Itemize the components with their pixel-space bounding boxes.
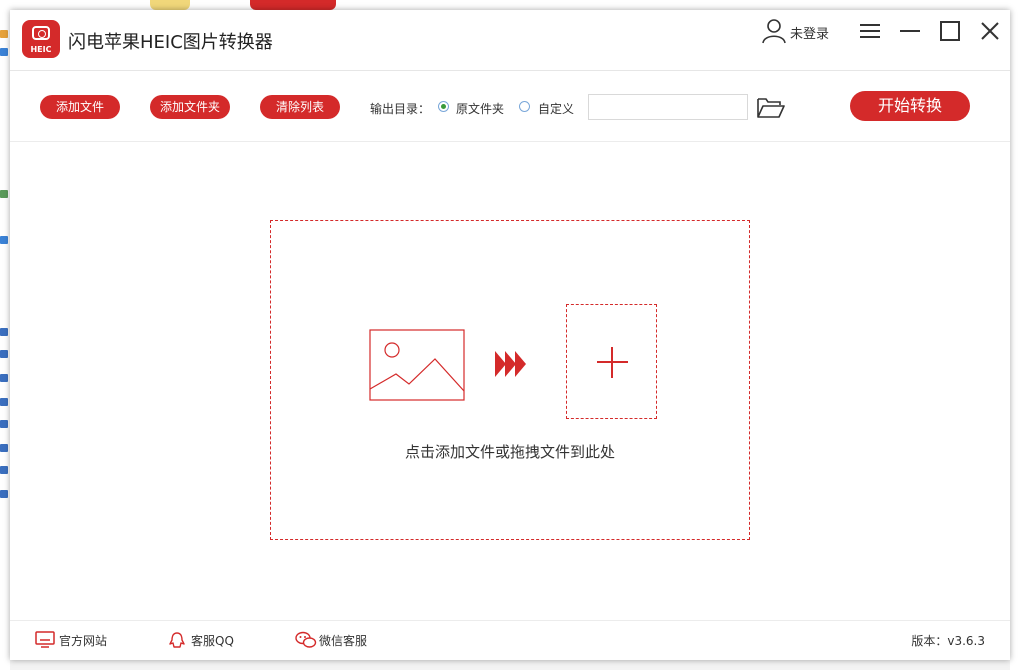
- desktop-background-left: [0, 0, 10, 670]
- file-drop-zone[interactable]: 点击添加文件或拖拽文件到此处: [270, 220, 750, 540]
- add-folder-button[interactable]: 添加文件夹: [150, 95, 230, 119]
- app-title: 闪电苹果HEIC图片转换器: [68, 32, 273, 53]
- maximize-icon[interactable]: [939, 20, 961, 42]
- desktop-background-top: [0, 0, 1020, 10]
- background-window-tab: [150, 0, 190, 10]
- add-file-button[interactable]: 添加文件: [40, 95, 120, 119]
- login-status: 未登录: [790, 27, 830, 42]
- camera-icon: [32, 26, 50, 40]
- desktop-background-right: [1010, 0, 1020, 670]
- minimize-icon[interactable]: [899, 20, 921, 42]
- official-website-label: 官方网站: [59, 634, 108, 648]
- official-website-link[interactable]: 官方网站: [35, 631, 115, 651]
- radio-custom[interactable]: [519, 101, 530, 112]
- wechat-service-link[interactable]: 微信客服: [295, 631, 385, 651]
- start-convert-button[interactable]: 开始转换: [850, 91, 970, 121]
- monitor-icon: [35, 631, 55, 648]
- toolbar: 添加文件 添加文件夹 清除列表 输出目录： 原文件夹 自定义 开始转换: [10, 71, 1010, 142]
- title-bar[interactable]: HEIC 闪电苹果HEIC图片转换器 未登录: [10, 10, 1010, 71]
- customer-service-qq-label: 客服QQ: [191, 634, 234, 648]
- output-path-input[interactable]: [588, 94, 748, 120]
- background-window-tab: [250, 0, 336, 10]
- user-icon: [762, 19, 786, 44]
- arrow-right-icon: [495, 351, 526, 377]
- add-file-box[interactable]: [566, 304, 657, 419]
- image-icon: [369, 329, 465, 401]
- open-folder-icon[interactable]: [756, 96, 786, 120]
- radio-custom-label[interactable]: 自定义: [538, 100, 574, 117]
- version-label: 版本：v3.6.3: [911, 634, 985, 648]
- clear-list-button[interactable]: 清除列表: [260, 95, 340, 119]
- app-logo: HEIC: [22, 20, 60, 58]
- app-logo-text: HEIC: [30, 45, 52, 54]
- plus-icon: [611, 347, 613, 378]
- qq-icon: [169, 632, 185, 648]
- menu-icon[interactable]: [859, 20, 881, 42]
- drop-hint-text: 点击添加文件或拖拽文件到此处: [404, 443, 615, 461]
- wechat-service-label: 微信客服: [319, 634, 368, 648]
- radio-original-folder-label[interactable]: 原文件夹: [456, 100, 504, 117]
- radio-original-folder[interactable]: [438, 101, 449, 112]
- output-directory-label: 输出目录：: [370, 102, 431, 116]
- customer-service-qq-link[interactable]: 客服QQ: [167, 631, 247, 651]
- footer-bar: 官方网站 客服QQ 微信客服 版本：v3.6.3: [10, 620, 1010, 661]
- wechat-icon: [295, 631, 317, 648]
- app-window: HEIC 闪电苹果HEIC图片转换器 未登录 添加文件 添加文件夹 清除列表 输…: [10, 10, 1010, 660]
- close-icon[interactable]: [979, 20, 1001, 42]
